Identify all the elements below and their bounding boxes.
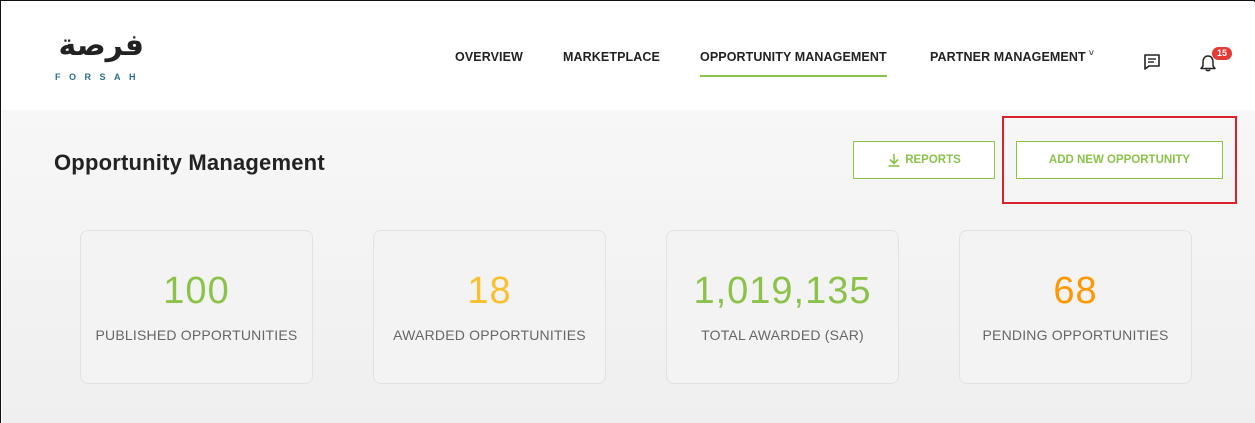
main-content: Opportunity Management REPORTS ADD NEW O…: [2, 110, 1255, 423]
nav-item-label: MARKETPLACE: [563, 50, 660, 64]
nav-item-label: OVERVIEW: [455, 50, 523, 64]
notification-count-badge: 15: [1212, 47, 1233, 60]
stat-label: TOTAL AWARDED (SAR): [701, 327, 864, 343]
app-frame: فرصة FORSAH OVERVIEW MARKETPLACE OPPORTU…: [0, 0, 1255, 423]
top-navbar: فرصة FORSAH OVERVIEW MARKETPLACE OPPORTU…: [2, 2, 1255, 110]
message-icon[interactable]: [1143, 53, 1161, 76]
forsah-logo[interactable]: فرصة FORSAH: [54, 28, 145, 83]
chevron-down-icon: ˅: [1088, 48, 1095, 58]
nav-item-partner-management[interactable]: PARTNER MANAGEMENT ˅: [930, 48, 1095, 64]
stat-value: 1,019,135: [693, 270, 872, 312]
logo-arabic-text: فرصة: [58, 28, 145, 63]
reports-button-label: REPORTS: [905, 154, 961, 166]
stat-value: 100: [163, 270, 230, 312]
stat-card-published: 100 PUBLISHED OPPORTUNITIES: [80, 230, 313, 384]
reports-button[interactable]: REPORTS: [853, 141, 995, 179]
stat-label: PENDING OPPORTUNITIES: [982, 327, 1169, 343]
stat-label: AWARDED OPPORTUNITIES: [393, 327, 586, 343]
page-title: Opportunity Management: [54, 150, 325, 175]
stat-card-total-awarded: 1,019,135 TOTAL AWARDED (SAR): [666, 230, 899, 384]
nav-item-label: PARTNER MANAGEMENT: [930, 50, 1086, 64]
nav-item-overview[interactable]: OVERVIEW: [455, 50, 523, 64]
download-icon: [888, 154, 900, 167]
logo-latin-text: FORSAH: [55, 72, 144, 82]
stat-card-pending: 68 PENDING OPPORTUNITIES: [959, 230, 1192, 384]
nav-item-opportunity-management[interactable]: OPPORTUNITY MANAGEMENT: [700, 50, 887, 77]
nav-item-label: OPPORTUNITY MANAGEMENT: [700, 50, 887, 64]
stat-card-awarded: 18 AWARDED OPPORTUNITIES: [373, 230, 606, 384]
stat-label: PUBLISHED OPPORTUNITIES: [95, 327, 298, 343]
highlight-box: [1002, 116, 1237, 204]
nav-item-marketplace[interactable]: MARKETPLACE: [563, 50, 660, 64]
stat-value: 18: [467, 270, 512, 312]
notification-bell[interactable]: 15: [1198, 47, 1233, 78]
stat-value: 68: [1053, 270, 1098, 312]
